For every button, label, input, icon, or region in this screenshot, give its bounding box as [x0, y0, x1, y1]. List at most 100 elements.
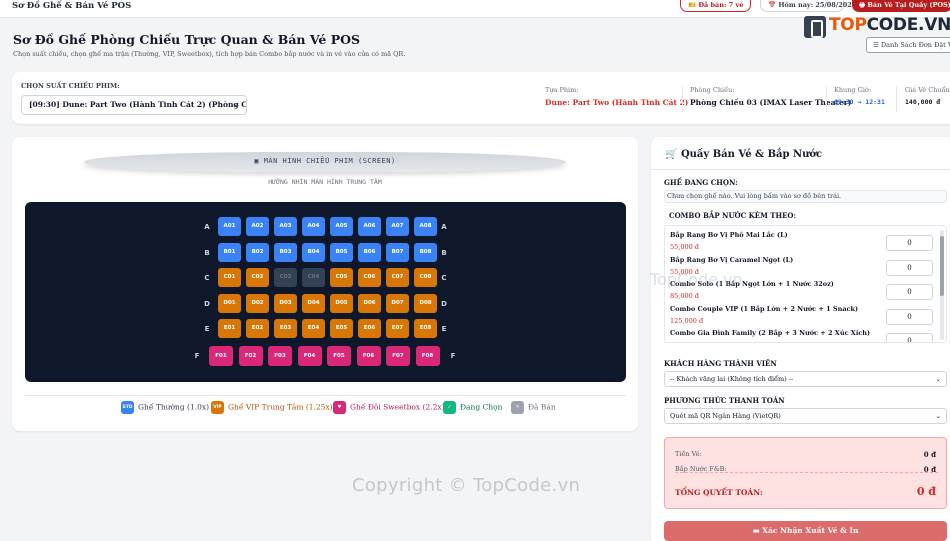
grand-total-label: TỔNG QUYẾT TOÁN: [675, 488, 763, 497]
confirm-print-button[interactable]: ▬ Xác Nhận Xuất Vé & In [664, 521, 947, 541]
row-label-b-left: B [204, 248, 210, 257]
seat-c02[interactable]: C02 [246, 268, 269, 287]
seat-e07[interactable]: E07 [386, 319, 409, 338]
seat-f02[interactable]: F02 [238, 345, 263, 366]
legend-label: Ghế Thường (1.0x) [138, 402, 210, 412]
legend-label: Ghế VIP Trung Tâm (1.25x) [228, 402, 333, 412]
legend-item-1: VIP Ghế VIP Trung Tâm (1.25x) [211, 401, 333, 414]
seat-a02[interactable]: A02 [246, 217, 269, 236]
seat-a05[interactable]: A05 [330, 217, 353, 236]
seat-d03[interactable]: D03 [274, 293, 297, 313]
room-name: Phòng Chiếu 03 (IMAX Laser Theater) [690, 98, 852, 107]
seat-b02[interactable]: B02 [246, 242, 269, 262]
combo-quantity-input[interactable]: 0 [886, 235, 933, 251]
page-subtitle: Chọn suất chiếu, chọn ghế ma trận (Thườn… [13, 50, 406, 58]
combo-quantity-input[interactable]: 0 [886, 308, 933, 325]
topcode-logo-text: TOPCODE.VN [829, 15, 950, 35]
time-range: 09:30 → 12:31 [834, 98, 885, 106]
cinema-screen: ▣ MÀN HÌNH CHIẾU PHIM (SCREEN) [84, 152, 566, 172]
seat-c08[interactable]: C08 [414, 268, 437, 287]
seat-c06[interactable]: C06 [358, 268, 381, 287]
legend-swatch-icon: ✓ [443, 401, 456, 414]
legend-swatch-icon: STD [121, 401, 134, 414]
seat-a04[interactable]: A04 [302, 217, 325, 236]
combo-quantity-input[interactable]: 0 [886, 259, 933, 276]
order-list-button[interactable]: ☰ Danh Sách Đơn Đặt Vé [866, 37, 950, 53]
seat-c04: C04 [302, 268, 325, 287]
legend-label: Đã Bán [528, 402, 556, 412]
seat-f01[interactable]: F01 [209, 345, 233, 366]
combo-scrollbar[interactable] [940, 230, 944, 340]
chevron-down-icon: ⌄ [935, 412, 941, 420]
seat-a06[interactable]: A06 [358, 217, 381, 236]
seat-f04[interactable]: F04 [297, 345, 322, 366]
ticket-total-label: Tiền Vé: [675, 450, 702, 458]
app-title: Sơ Đồ Ghế & Bán Vé POS [12, 1, 132, 11]
selected-seats-box: Chưa chọn ghế nào. Vui lòng bấm vào sơ đ… [664, 190, 947, 203]
movie-title: Dune: Part Two (Hành Tinh Cát 2) [545, 98, 689, 107]
seat-d01[interactable]: D01 [218, 293, 241, 313]
row-label-c-left: C [204, 274, 210, 282]
seat-e06[interactable]: E06 [358, 319, 381, 338]
member-label: KHÁCH HÀNG THÀNH VIÊN [664, 359, 777, 368]
seat-a03[interactable]: A03 [274, 217, 297, 236]
seat-d06[interactable]: D06 [358, 293, 381, 313]
row-label-f-right: F [450, 351, 456, 360]
payment-select[interactable]: Quét mã QR Ngân Hàng (VietQR) ⌄ [664, 408, 947, 424]
combo-quantity-input[interactable]: 0 [886, 333, 933, 342]
seat-e03[interactable]: E03 [274, 319, 297, 338]
ticket-total-value: 0 đ [923, 450, 936, 459]
seat-f05[interactable]: F05 [327, 345, 351, 366]
sold-tickets-badge: 🎫 Đã bán: 7 vé [680, 0, 751, 12]
seat-b06[interactable]: B06 [358, 242, 381, 262]
combo-name: Combo Couple VIP (1 Bắp Lớn + 2 Nước + 1… [670, 304, 859, 313]
selected-seats-label: GHẾ ĐANG CHỌN: [664, 178, 738, 187]
seat-d08[interactable]: D08 [414, 293, 437, 313]
seat-e04[interactable]: E04 [302, 319, 325, 338]
seat-b05[interactable]: B05 [330, 242, 353, 262]
pos-button[interactable]: 🖶 Bán Vé Tại Quầy (POS) [852, 0, 950, 12]
seat-d02[interactable]: D02 [246, 293, 269, 313]
topcode-logo: TOPCODE.VN [800, 12, 950, 40]
page-title: Sơ Đồ Ghế Phòng Chiếu Trực Quan & Bán Vé… [13, 32, 361, 47]
combo-price: 85,000 đ [670, 292, 699, 300]
seat-c07[interactable]: C07 [386, 268, 409, 287]
seat-c05[interactable]: C05 [330, 268, 353, 287]
seat-d07[interactable]: D07 [386, 293, 409, 313]
ticket-icon: ▬ [752, 526, 760, 535]
seat-e01[interactable]: E01 [218, 319, 241, 338]
seat-d04[interactable]: D04 [302, 293, 325, 313]
member-select[interactable]: -- Khách vãng lai (Không tích điểm) -- ⌄ [664, 371, 947, 387]
seat-f06[interactable]: F06 [356, 345, 381, 366]
screen-direction-hint: HƯỚNG NHÌN MÀN HÌNH TRUNG TÂM [268, 178, 382, 186]
combo-name: Bắp Rang Bơ Vị Phô Mai Lắc (L) [670, 231, 788, 239]
seat-a01[interactable]: A01 [218, 217, 241, 236]
seat-d05[interactable]: D05 [330, 293, 353, 313]
seat-b03[interactable]: B03 [274, 242, 297, 262]
legend-item-0: STD Ghế Thường (1.0x) [121, 401, 209, 414]
seat-c01[interactable]: C01 [218, 268, 241, 287]
payment-label: PHƯƠNG THỨC THANH TOÁN [664, 396, 785, 405]
legend-label: Ghế Đôi Sweetbox (2.2x) [350, 402, 445, 412]
showtime-select[interactable]: [09:30] Dune: Part Two (Hành Tinh Cát 2)… [21, 95, 247, 115]
seat-e05[interactable]: E05 [330, 319, 353, 338]
combo-item: Combo Gia Đình Family (2 Bắp + 3 Nước + … [670, 329, 870, 341]
seat-e02[interactable]: E02 [246, 319, 269, 338]
seat-b08[interactable]: B08 [414, 242, 437, 262]
seat-e08[interactable]: E08 [414, 319, 437, 338]
seat-f08[interactable]: F08 [415, 345, 440, 366]
seat-f07[interactable]: F07 [386, 345, 410, 366]
seat-b07[interactable]: B07 [386, 242, 409, 262]
combo-quantity-input[interactable]: 0 [886, 284, 933, 300]
seat-a08[interactable]: A08 [414, 217, 437, 236]
cart-icon: 🛒 [665, 149, 678, 160]
chevron-down-icon: ⌄ [233, 100, 240, 109]
seat-b04[interactable]: B04 [302, 242, 325, 262]
row-label-e-right: E [441, 325, 447, 333]
seat-f03[interactable]: F03 [268, 345, 292, 366]
row-label-d-right: D [441, 299, 447, 308]
seat-b01[interactable]: B01 [218, 242, 241, 262]
pos-panel: 🛒 Quầy Bán Vé & Bắp Nước GHẾ ĐANG CHỌN: … [651, 137, 950, 541]
seat-a07[interactable]: A07 [386, 217, 409, 236]
watermark: Copyright © TopCode.vn [352, 475, 581, 496]
